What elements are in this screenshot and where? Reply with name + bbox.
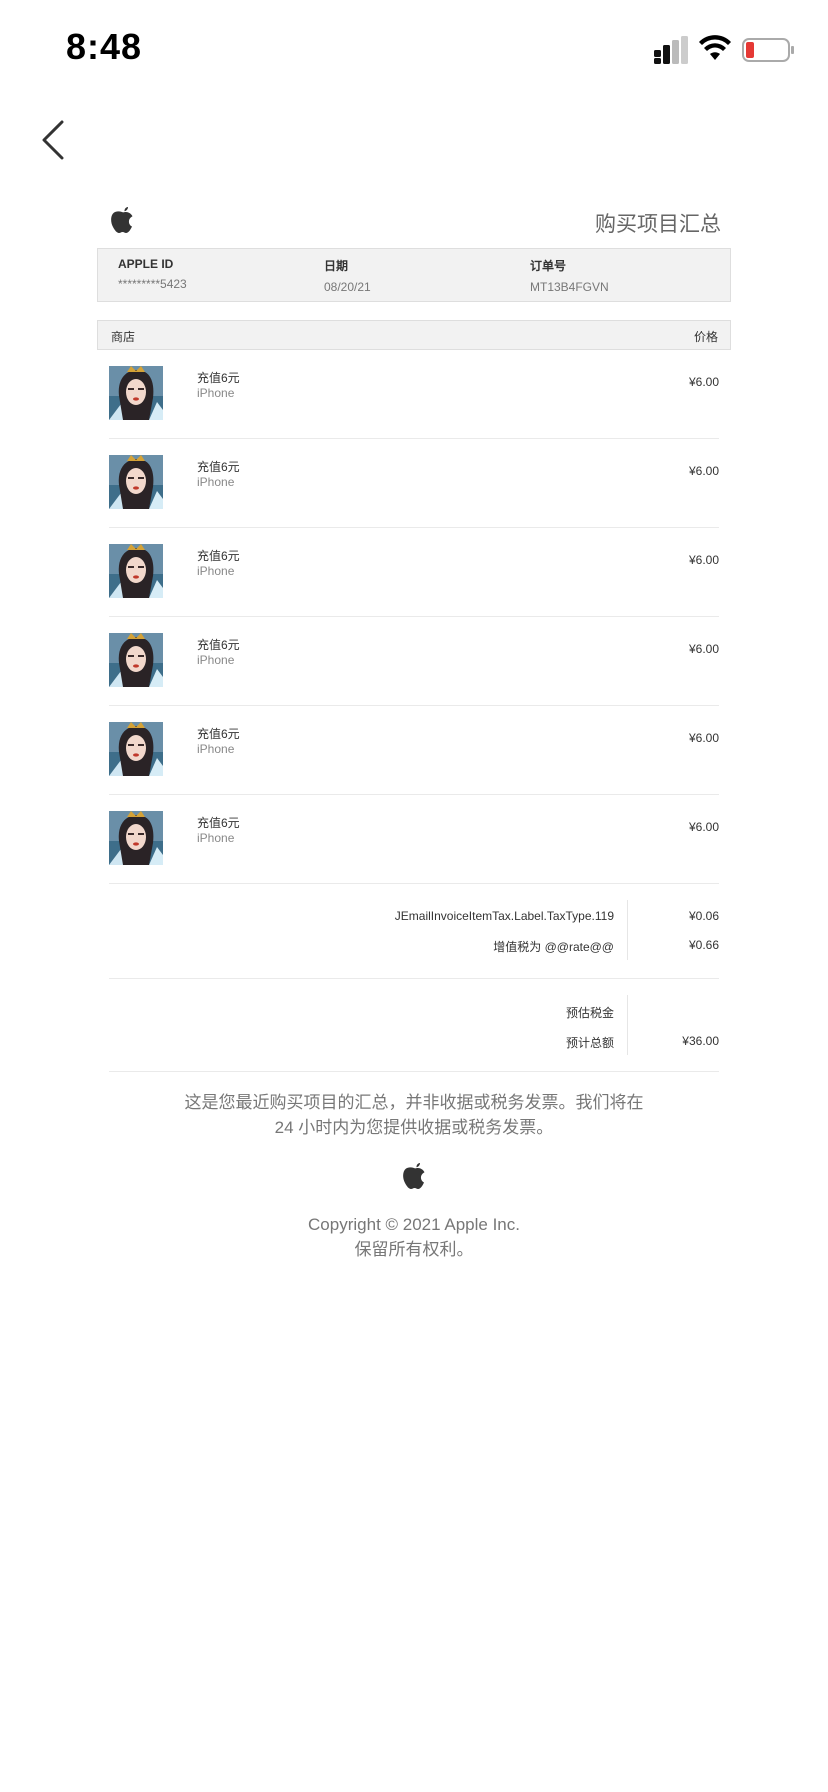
order-label: 订单号 — [530, 259, 567, 273]
list-item[interactable]: 充值6元 iPhone ¥6.00 — [109, 617, 719, 706]
apple-logo-icon — [111, 207, 133, 233]
rights-text: 保留所有权利。 — [354, 1240, 474, 1259]
item-name: 充值6元 — [197, 816, 240, 830]
app-icon-thumbnail — [109, 544, 163, 598]
summary-note-line1: 这是您最近购买项目的汇总，并非收据或税务发票。我们将在 — [184, 1093, 644, 1112]
estimated-tax-label: 预估税金 — [565, 1006, 614, 1020]
list-item[interactable]: 充值6元 iPhone ¥6.00 — [109, 350, 719, 439]
app-icon-thumbnail — [109, 722, 163, 776]
tax-line2-label: 增值税为 @@rate@@ — [493, 940, 614, 954]
order-value: MT13B4FGVN — [530, 280, 609, 294]
list-item[interactable]: 充值6元 iPhone ¥6.00 — [109, 439, 719, 528]
item-name: 充值6元 — [197, 727, 240, 741]
divider — [627, 900, 628, 960]
list-item[interactable]: 充值6元 iPhone ¥6.00 — [109, 528, 719, 617]
list-item[interactable]: 充值6元 iPhone ¥6.00 — [109, 706, 719, 795]
table-header: 商店 价格 — [97, 320, 731, 350]
estimated-total-value: ¥36.00 — [682, 1034, 719, 1048]
order-meta: APPLE ID *********5423 日期 08/20/21 订单号 M… — [97, 248, 731, 302]
divider — [627, 995, 628, 1055]
apple-logo-icon — [403, 1163, 425, 1189]
item-device: iPhone — [197, 742, 235, 756]
item-device: iPhone — [197, 475, 235, 489]
app-icon-thumbnail — [109, 455, 163, 509]
item-device: iPhone — [197, 564, 235, 578]
tax-line1-value: ¥0.06 — [688, 909, 719, 923]
item-price: ¥6.00 — [688, 642, 719, 656]
summary-note-line2: 24 小时内为您提供收据或税务发票。 — [274, 1118, 554, 1137]
status-time: 8:48 — [66, 26, 143, 67]
tax-line2-value: ¥0.66 — [688, 938, 719, 952]
item-list: 充值6元 iPhone ¥6.00 充值6元 iPhone ¥6.00 充值6元 iPhone… — [109, 350, 719, 884]
item-price: ¥6.00 — [688, 464, 719, 478]
app-icon-thumbnail — [109, 366, 163, 420]
cellular-signal-icon — [654, 36, 688, 64]
price-column-label: 价格 — [693, 330, 718, 344]
battery-low-icon — [742, 38, 794, 62]
item-name: 充值6元 — [197, 549, 240, 563]
wifi-icon — [699, 35, 731, 60]
item-name: 充值6元 — [197, 460, 240, 474]
copyright-text: Copyright © 2021 Apple Inc. — [308, 1215, 520, 1234]
item-name: 充值6元 — [197, 638, 240, 652]
tax-line1-label: JEmailInvoiceItemTax.Label.TaxType.119 — [394, 909, 614, 923]
summary-note: 这是您最近购买项目的汇总，并非收据或税务发票。我们将在 24 小时内为您提供收据… — [97, 1090, 731, 1140]
apple-id-label: APPLE ID — [118, 257, 174, 271]
page-title: 购买项目汇总 — [595, 213, 721, 236]
receipt: 购买项目汇总 APPLE ID *********5423 日期 08/20/2… — [97, 196, 731, 1262]
copyright: Copyright © 2021 Apple Inc. 保留所有权利。 — [97, 1212, 731, 1262]
chevron-left-icon[interactable] — [36, 118, 72, 162]
list-item[interactable]: 充值6元 iPhone ¥6.00 — [109, 795, 719, 884]
store-column-label: 商店 — [111, 330, 136, 344]
app-icon-thumbnail — [109, 811, 163, 865]
item-price: ¥6.00 — [688, 375, 719, 389]
totals-section: 预估税金 预计总额 ¥36.00 — [109, 979, 719, 1072]
item-price: ¥6.00 — [688, 731, 719, 745]
tax-section: JEmailInvoiceItemTax.Label.TaxType.119 ¥… — [109, 884, 719, 979]
item-device: iPhone — [197, 386, 235, 400]
apple-id-value: *********5423 — [118, 277, 187, 291]
date-label: 日期 — [324, 259, 349, 273]
item-device: iPhone — [197, 653, 235, 667]
item-price: ¥6.00 — [688, 553, 719, 567]
item-price: ¥6.00 — [688, 820, 719, 834]
estimated-total-label: 预计总额 — [565, 1036, 614, 1050]
receipt-header: 购买项目汇总 — [97, 196, 731, 248]
date-value: 08/20/21 — [324, 280, 371, 294]
item-name: 充值6元 — [197, 371, 240, 385]
item-device: iPhone — [197, 831, 235, 845]
app-icon-thumbnail — [109, 633, 163, 687]
